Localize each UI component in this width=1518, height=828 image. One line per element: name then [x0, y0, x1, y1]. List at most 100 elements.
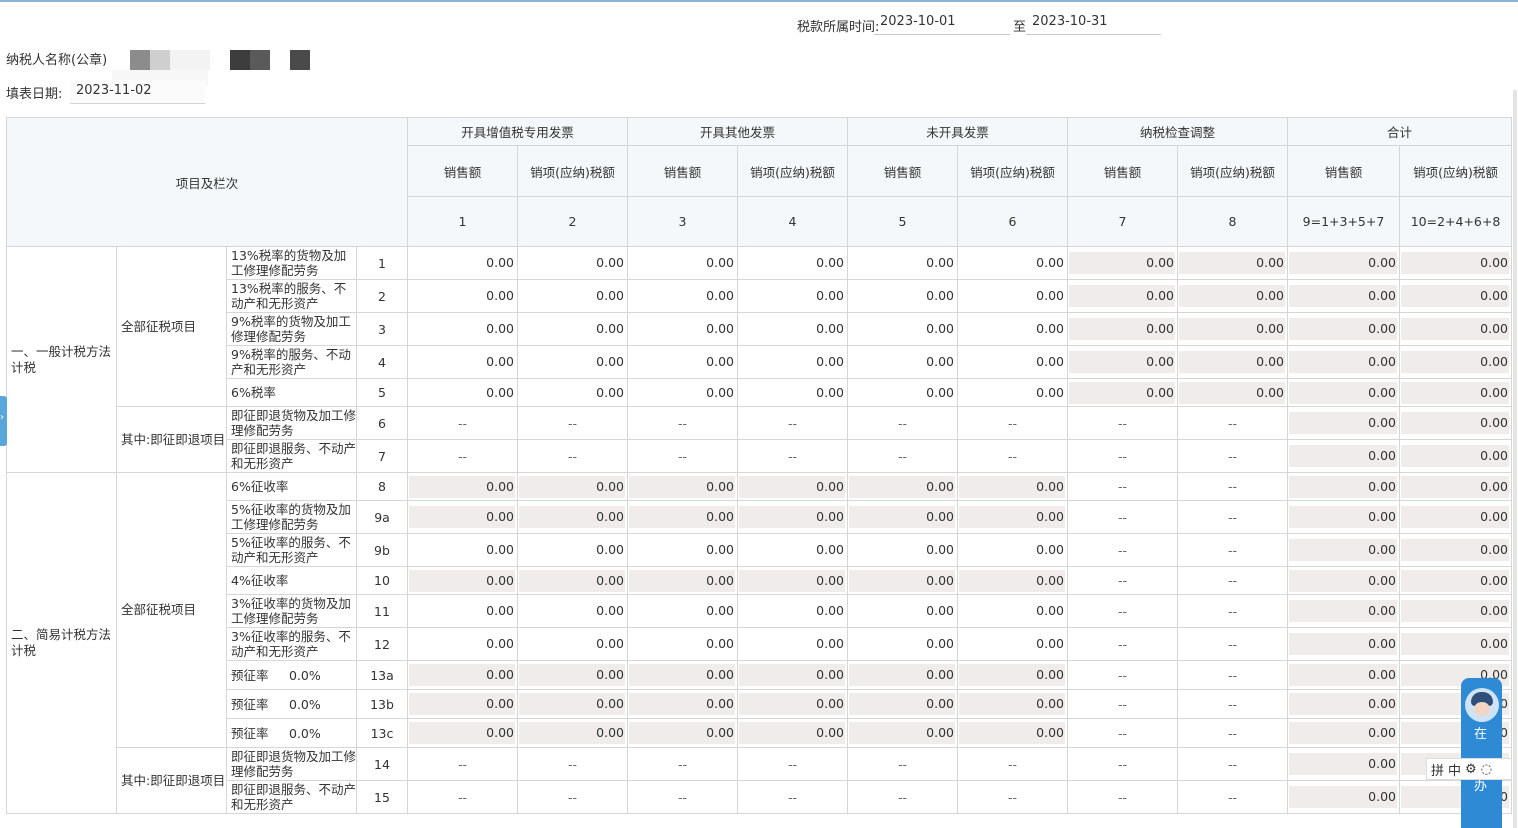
amount-cell: 0.00	[737, 246, 848, 280]
sales-amount-field: 0.00	[1069, 285, 1175, 307]
sales-amount-field[interactable]: 0.00	[409, 252, 515, 274]
sales-amount-field[interactable]: 0.00	[629, 252, 735, 274]
tax-amount-field[interactable]: 0.00	[959, 633, 1065, 655]
prepay-rate-label: 预征率	[231, 667, 269, 683]
amount-cell: 0.00	[627, 689, 738, 719]
sales-amount-field[interactable]: 0.00	[849, 633, 955, 655]
sales-amount-field[interactable]: 0.00	[629, 600, 735, 622]
sales-amount-field[interactable]: 0.00	[849, 318, 955, 340]
amount-cell: 0.00	[627, 345, 738, 379]
tax-amount-field[interactable]: 0.00	[959, 381, 1065, 404]
ime-pinyin-icon[interactable]: 拼	[1431, 760, 1444, 779]
table-row: 9%税率的服务、不动产和无形资产 4 0.00 0.00 0.00 0.00 0.00 0.0…	[7, 345, 1512, 379]
tax-amount-field[interactable]: 0.00	[519, 285, 625, 307]
sales-amount-field[interactable]: 0.00	[409, 381, 515, 404]
sales-amount-field[interactable]: 0.00	[849, 252, 955, 274]
line-number: 4	[356, 345, 408, 379]
amount-cell: 0.00	[1399, 533, 1512, 567]
tax-amount-field: 0.00	[959, 475, 1065, 498]
table-row: 3%征收率的服务、不动产和无形资产 12 0.00 0.00 0.00 0.00 0.00 0…	[7, 627, 1512, 661]
tax-amount-field[interactable]: 0.00	[959, 539, 1065, 561]
vertical-scrollbar[interactable]	[1513, 90, 1517, 828]
amount-cell: 0.00	[957, 718, 1068, 748]
amount-cell: 0.00	[1287, 439, 1400, 473]
tax-amount-field[interactable]: 0.00	[959, 318, 1065, 340]
sales-amount-field[interactable]: 0.00	[409, 539, 515, 561]
sales-amount-field[interactable]: 0.00	[629, 318, 735, 340]
column-number: 2	[517, 196, 628, 247]
amount-cell: 0.00	[1287, 689, 1400, 719]
tax-amount-field[interactable]: 0.00	[739, 318, 845, 340]
sales-amount-field[interactable]: 0.00	[409, 351, 515, 373]
fill-date-input[interactable]: 2023-11-02	[70, 80, 205, 104]
tax-amount-field[interactable]: 0.00	[739, 633, 845, 655]
tax-amount-field: 0.00	[1401, 475, 1509, 498]
ime-settings-icon[interactable]: ⚙	[1465, 762, 1477, 777]
tax-amount-field[interactable]: 0.00	[739, 539, 845, 561]
line-number: 11	[356, 594, 408, 628]
sales-amount-field[interactable]: 0.00	[849, 381, 955, 404]
not-applicable-cell: --	[1067, 660, 1178, 690]
tax-amount-field[interactable]: 0.00	[519, 600, 625, 622]
ime-toolbar[interactable]: 拼 中 ⚙ ◌	[1426, 758, 1512, 780]
sales-amount-field: 0.00	[1289, 252, 1397, 274]
ime-chinese-icon[interactable]: 中	[1448, 760, 1461, 779]
sales-amount-field[interactable]: 0.00	[629, 351, 735, 373]
sales-amount-field[interactable]: 0.00	[849, 539, 955, 561]
sales-amount-field[interactable]: 0.00	[849, 285, 955, 307]
sales-amount-field[interactable]: 0.00	[409, 633, 515, 655]
item-label: 即征即退服务、不动产和无形资产	[226, 780, 357, 814]
tax-amount-field: 0.00	[959, 693, 1065, 715]
column-number: 9=1+3+5+7	[1287, 196, 1400, 247]
amount-cell: 0.00	[847, 594, 958, 628]
not-applicable-cell: --	[627, 406, 738, 440]
amount-cell: 0.00	[627, 660, 738, 690]
sales-amount-field[interactable]: 0.00	[629, 285, 735, 307]
tax-amount-field[interactable]: 0.00	[959, 351, 1065, 373]
ime-skin-icon[interactable]: ◌	[1481, 762, 1492, 777]
sales-amount-field: 0.00	[409, 506, 515, 528]
column-number: 3	[627, 196, 738, 247]
sales-amount-field[interactable]: 0.00	[629, 539, 735, 561]
tax-amount-field[interactable]: 0.00	[519, 252, 625, 274]
sales-amount-field[interactable]: 0.00	[849, 600, 955, 622]
tax-amount-field[interactable]: 0.00	[739, 600, 845, 622]
tax-amount-field[interactable]: 0.00	[739, 351, 845, 373]
online-help-widget[interactable]: 在 导 办	[1461, 678, 1502, 828]
amount-cell: 0.00	[517, 345, 628, 379]
tax-amount-field[interactable]: 0.00	[739, 381, 845, 404]
tax-amount-field: 0.00	[1401, 412, 1509, 434]
tax-amount-field[interactable]: 0.00	[519, 351, 625, 373]
sales-amount-header: 销售额	[847, 145, 958, 197]
line-number: 14	[356, 747, 408, 781]
period-start-input[interactable]: 2023-10-01	[874, 13, 1010, 35]
amount-cell: 0.00	[737, 689, 848, 719]
tax-amount-field[interactable]: 0.00	[519, 381, 625, 404]
sales-amount-field[interactable]: 0.00	[629, 633, 735, 655]
tax-amount-field[interactable]: 0.00	[959, 252, 1065, 274]
line-number: 15	[356, 780, 408, 814]
sales-amount-field[interactable]: 0.00	[409, 318, 515, 340]
sales-amount-field[interactable]: 0.00	[409, 285, 515, 307]
sales-amount-field[interactable]: 0.00	[629, 381, 735, 404]
tax-amount-field[interactable]: 0.00	[519, 633, 625, 655]
tax-amount-field[interactable]: 0.00	[959, 600, 1065, 622]
tax-amount-field[interactable]: 0.00	[519, 539, 625, 561]
item-label: 5%征收率的货物及加工修理修配劳务	[226, 500, 357, 534]
prepay-rate-input[interactable]: 0.0%	[289, 697, 321, 712]
sales-amount-field: 0.00	[1069, 318, 1175, 340]
tax-amount-field[interactable]: 0.00	[519, 318, 625, 340]
tax-amount-field[interactable]: 0.00	[739, 285, 845, 307]
sales-amount-field: 0.00	[629, 722, 735, 744]
period-end-input[interactable]: 2023-10-31	[1026, 13, 1161, 35]
sales-amount-field[interactable]: 0.00	[849, 351, 955, 373]
line-number: 5	[356, 378, 408, 407]
prepay-rate-input[interactable]: 0.0%	[289, 668, 321, 683]
prepay-rate-input[interactable]: 0.0%	[289, 726, 321, 741]
amount-cell: 0.00	[1287, 500, 1400, 534]
amount-cell: 0.00	[737, 533, 848, 567]
sales-amount-field[interactable]: 0.00	[409, 600, 515, 622]
chevron-right-icon[interactable]: ›	[0, 412, 4, 423]
tax-amount-field[interactable]: 0.00	[959, 285, 1065, 307]
tax-amount-field[interactable]: 0.00	[739, 252, 845, 274]
